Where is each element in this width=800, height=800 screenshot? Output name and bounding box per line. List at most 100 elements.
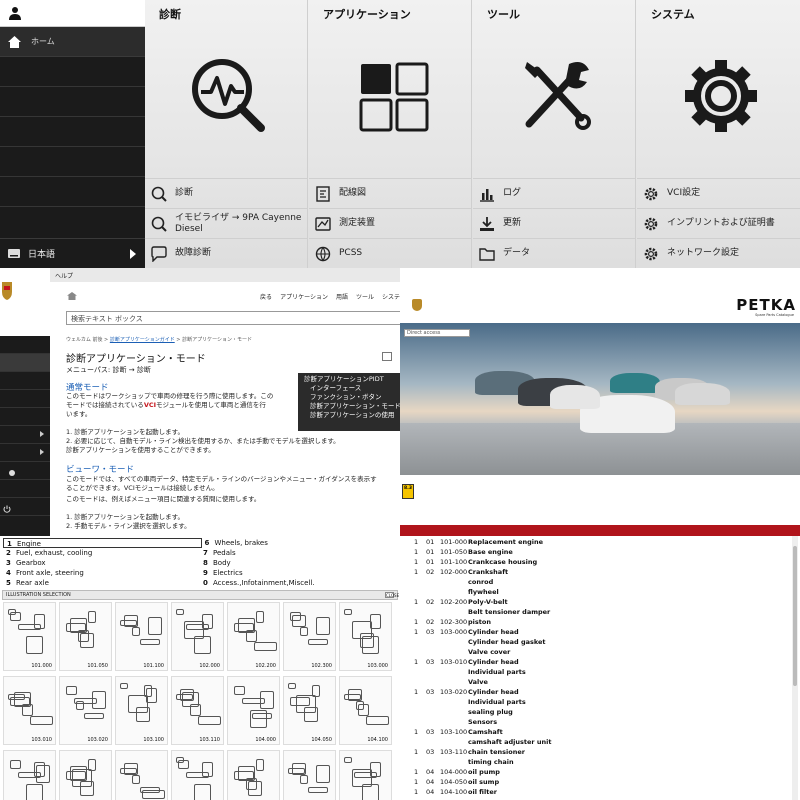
- nav-link[interactable]: 戻る: [260, 294, 272, 301]
- table-row[interactable]: 4 Front axle, steering 9 Electrics: [3, 568, 397, 578]
- user-button[interactable]: [0, 0, 145, 27]
- illustration-tile[interactable]: 101.050: [59, 602, 112, 671]
- illustration-tile[interactable]: 102.000: [171, 602, 224, 671]
- illustration-tile[interactable]: [283, 750, 336, 800]
- tile-diagnosis[interactable]: 診断: [145, 0, 308, 178]
- sidebar-item[interactable]: [0, 390, 50, 408]
- tile-tools[interactable]: ツール: [473, 0, 636, 178]
- illustration-tile[interactable]: 103.010: [3, 676, 56, 745]
- table-row[interactable]: Cylinder head gasket: [400, 637, 792, 647]
- sidebar-item-home[interactable]: ホーム: [0, 27, 145, 57]
- table-row[interactable]: 1 04 104-100 oil filter: [400, 787, 792, 797]
- sidebar-item[interactable]: [0, 480, 50, 498]
- table-row[interactable]: timing chain: [400, 757, 792, 767]
- illustration-tile[interactable]: 102.300: [283, 602, 336, 671]
- illustration-tile[interactable]: [339, 750, 392, 800]
- table-row[interactable]: Belt tensioner damper: [400, 607, 792, 617]
- sidebar-item[interactable]: [0, 426, 50, 444]
- menu-item-diagnosis[interactable]: 診断: [145, 178, 308, 208]
- popup-item[interactable]: ファンクション・ボタン: [304, 393, 400, 402]
- table-row[interactable]: 1 03 103-110 chain tensioner: [400, 747, 792, 757]
- table-row[interactable]: conrod: [400, 577, 792, 587]
- popup-item[interactable]: 診断アプリケーションの使用: [304, 411, 400, 420]
- popup-item[interactable]: インターフェース: [304, 384, 400, 393]
- menu-item-measuring-device[interactable]: 測定装置: [309, 208, 472, 238]
- table-row[interactable]: Individual parts: [400, 667, 792, 677]
- menu-item-vci-settings[interactable]: VCI設定: [637, 178, 800, 208]
- illustration-tile[interactable]: [59, 750, 112, 800]
- table-row[interactable]: Valve: [400, 677, 792, 687]
- tile-applications[interactable]: アプリケーション: [309, 0, 472, 178]
- table-row[interactable]: flywheel: [400, 587, 792, 597]
- table-row[interactable]: 1 02 102-200 Poly-V-belt: [400, 597, 792, 607]
- menu-item-update[interactable]: 更新: [473, 208, 636, 238]
- table-row[interactable]: 1 02 102-300 piston: [400, 617, 792, 627]
- table-row[interactable]: 1 03 103-100 Camshaft: [400, 727, 792, 737]
- illustration-tile[interactable]: 103.110: [171, 676, 224, 745]
- nav-link[interactable]: アプリケーション: [280, 294, 328, 301]
- table-row[interactable]: 1 Engine 6 Wheels, brakes: [3, 538, 397, 548]
- illustration-tile[interactable]: 104.050: [283, 676, 336, 745]
- print-icon[interactable]: [382, 352, 392, 361]
- table-row[interactable]: 1 04 104-000 oil pump: [400, 767, 792, 777]
- illustration-tile[interactable]: [227, 750, 280, 800]
- breadcrumb-link[interactable]: 診断アプリケーションガイド: [110, 337, 175, 343]
- illustration-tile[interactable]: 104.000: [227, 676, 280, 745]
- menu-item-fault-diagnosis[interactable]: 故障診断: [145, 238, 308, 268]
- table-row[interactable]: 1 01 101-050 Base engine: [400, 547, 792, 557]
- direct-access-select[interactable]: Direct access: [404, 329, 470, 337]
- sidebar-item[interactable]: [0, 57, 145, 87]
- popup-item[interactable]: 診断アプリケーションPIDT: [304, 375, 400, 384]
- table-row[interactable]: Valve cover: [400, 647, 792, 657]
- nav-link[interactable]: 用語: [336, 294, 348, 301]
- home-icon[interactable]: [67, 292, 77, 300]
- menu-item-wiring-diagram[interactable]: 配線図: [309, 178, 472, 208]
- table-row[interactable]: 1 03 103-010 Cylinder head: [400, 657, 792, 667]
- illustration-tile[interactable]: 101.000: [3, 602, 56, 671]
- menu-item-immobilizer[interactable]: イモビライザ → 9PA Cayenne Diesel: [145, 208, 308, 238]
- search-input[interactable]: 検索テキスト ボックス: [66, 311, 400, 325]
- table-row[interactable]: 2 Fuel, exhaust, cooling 7 Pedals: [3, 548, 397, 558]
- menu-item-certificates[interactable]: インプリントおよび証明書: [637, 208, 800, 238]
- table-row[interactable]: 3 Gearbox 8 Body: [3, 558, 397, 568]
- table-row[interactable]: sealing plug: [400, 707, 792, 717]
- table-row[interactable]: 1 01 101-100 Crankcase housing: [400, 557, 792, 567]
- scrollbar-thumb[interactable]: [793, 546, 797, 686]
- sidebar-item[interactable]: [0, 462, 50, 480]
- illustration-tile[interactable]: 103.000: [339, 602, 392, 671]
- illustration-tile[interactable]: [171, 750, 224, 800]
- illustration-tile[interactable]: 104.100: [339, 676, 392, 745]
- table-row[interactable]: 1 01 101-000 Replacement engine: [400, 537, 792, 547]
- illustration-tile[interactable]: 103.020: [59, 676, 112, 745]
- table-row[interactable]: camshaft adjuster unit: [400, 737, 792, 747]
- sidebar-item[interactable]: [0, 117, 145, 147]
- table-row[interactable]: Sensors: [400, 717, 792, 727]
- sidebar-item[interactable]: [0, 372, 50, 390]
- menu-item-data[interactable]: データ: [473, 238, 636, 268]
- sidebar-item[interactable]: [0, 177, 145, 207]
- power-button[interactable]: [0, 498, 50, 516]
- tile-system[interactable]: システム: [637, 0, 800, 178]
- table-row[interactable]: 1 04 104-050 oil sump: [400, 777, 792, 787]
- menu-item-network-settings[interactable]: ネットワーク設定: [637, 238, 800, 268]
- sidebar-item[interactable]: [0, 87, 145, 117]
- illustration-tile[interactable]: 101.100: [115, 602, 168, 671]
- language-selector[interactable]: 日本語: [0, 238, 145, 268]
- close-button[interactable]: CLOSE: [385, 592, 399, 598]
- sidebar-item[interactable]: [0, 336, 50, 354]
- illustration-tile[interactable]: 102.200: [227, 602, 280, 671]
- sidebar-item[interactable]: [0, 444, 50, 462]
- nav-link[interactable]: システ: [382, 294, 400, 301]
- table-row[interactable]: 1 02 102-000 Crankshaft: [400, 567, 792, 577]
- illustration-tile[interactable]: [3, 750, 56, 800]
- sidebar-item[interactable]: [0, 408, 50, 426]
- nav-link[interactable]: ツール: [356, 294, 374, 301]
- table-row[interactable]: 1 03 103-000 Cylinder head: [400, 627, 792, 637]
- sidebar-item[interactable]: [0, 354, 50, 372]
- table-row[interactable]: 5 Rear axle 0 Access.,Infotainment,Miscell.: [3, 578, 397, 588]
- illustration-tile[interactable]: [115, 750, 168, 800]
- popup-item[interactable]: 診断アプリケーション・モード: [304, 402, 400, 411]
- illustration-tile[interactable]: 103.100: [115, 676, 168, 745]
- table-row[interactable]: 1 03 103-020 Cylinder head: [400, 687, 792, 697]
- menu-item-log[interactable]: ログ: [473, 178, 636, 208]
